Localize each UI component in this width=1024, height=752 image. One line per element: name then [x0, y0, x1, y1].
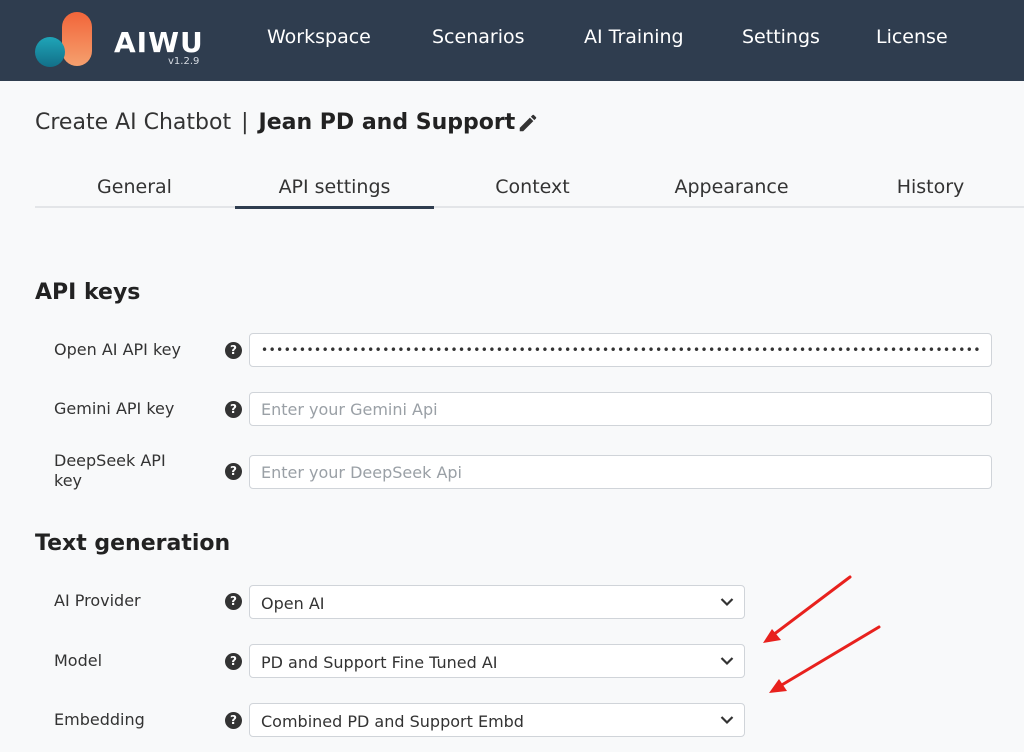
nav-item-license[interactable]: License: [876, 26, 948, 48]
tab-context[interactable]: Context: [433, 176, 632, 206]
page-title-prefix: Create AI Chatbot: [35, 110, 232, 135]
top-nav-bar: AIWU v1.2.9 Workspace Scenarios AI Train…: [0, 0, 1024, 81]
tab-history[interactable]: History: [831, 176, 1024, 206]
question-circle-icon[interactable]: ?: [225, 463, 242, 480]
gemini-key-label: Gemini API key: [54, 399, 175, 418]
embedding-select[interactable]: Combined PD and Support Embd: [249, 703, 745, 737]
chevron-down-icon: [720, 657, 734, 666]
ai-provider-label: AI Provider: [54, 591, 141, 610]
deepseek-key-input[interactable]: [249, 455, 992, 489]
nav-item-settings[interactable]: Settings: [742, 26, 820, 48]
version-label: v1.2.9: [168, 56, 200, 67]
question-circle-icon[interactable]: ?: [225, 401, 242, 418]
openai-key-label: Open AI API key: [54, 340, 181, 359]
active-tab-indicator: [235, 206, 434, 209]
tabs-divider: [35, 206, 1024, 208]
question-circle-icon[interactable]: ?: [225, 712, 242, 729]
tab-appearance[interactable]: Appearance: [632, 176, 831, 206]
text-generation-heading: Text generation: [35, 531, 231, 556]
annotation-arrows: [763, 575, 881, 693]
chevron-down-icon: [720, 598, 734, 607]
question-circle-icon[interactable]: ?: [225, 342, 242, 359]
page-title: Create AI Chatbot | Jean PD and Support: [35, 110, 515, 135]
openai-key-input[interactable]: [249, 333, 992, 367]
model-value: PD and Support Fine Tuned AI: [261, 653, 498, 672]
api-keys-heading: API keys: [35, 280, 141, 305]
embedding-value: Combined PD and Support Embd: [261, 712, 524, 731]
ai-provider-value: Open AI: [261, 594, 325, 613]
aiwu-logo-icon[interactable]: [34, 12, 94, 68]
question-circle-icon[interactable]: ?: [225, 653, 242, 670]
embedding-label: Embedding: [54, 710, 145, 729]
question-circle-icon[interactable]: ?: [225, 593, 242, 610]
model-label: Model: [54, 651, 103, 670]
chatbot-name: Jean PD and Support: [258, 110, 516, 135]
nav-item-ai-training[interactable]: AI Training: [584, 26, 684, 48]
tab-general[interactable]: General: [35, 176, 234, 206]
ai-provider-select[interactable]: Open AI: [249, 585, 745, 619]
gemini-key-input[interactable]: [249, 392, 992, 426]
brand-name: AIWU: [114, 26, 204, 59]
tab-api-settings[interactable]: API settings: [235, 176, 434, 206]
title-separator: |: [241, 110, 249, 135]
nav-item-scenarios[interactable]: Scenarios: [432, 26, 525, 48]
nav-item-workspace[interactable]: Workspace: [267, 26, 371, 48]
chevron-down-icon: [720, 716, 734, 725]
model-select[interactable]: PD and Support Fine Tuned AI: [249, 644, 745, 678]
pencil-icon[interactable]: [517, 112, 539, 134]
deepseek-key-label: DeepSeek API key: [54, 451, 166, 490]
